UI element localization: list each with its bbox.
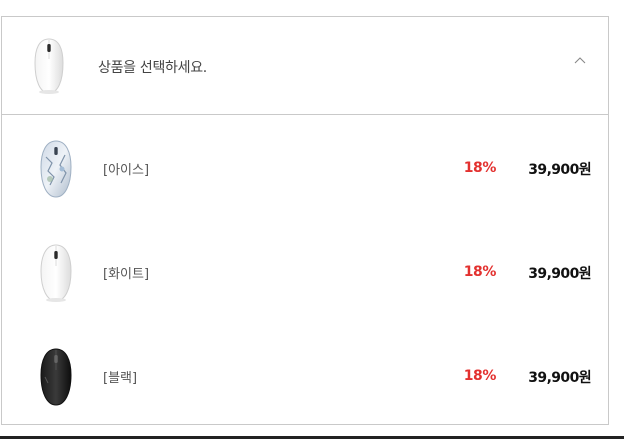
white-mouse-thumbnail: [34, 38, 64, 94]
option-price: 39,900원: [528, 370, 591, 386]
option-discount: 18%: [463, 160, 497, 176]
option-list: [아이스] 18% 39,900원 [화이트] 18% 39,900원 [블랙]…: [2, 115, 608, 427]
divider-bar: [0, 436, 624, 439]
option-select-header[interactable]: 상품을 선택하세요.: [2, 17, 608, 115]
option-item-black[interactable]: [블랙] 18% 39,900원: [2, 323, 608, 427]
chevron-up-icon[interactable]: [574, 55, 586, 67]
white-mouse-thumbnail: [40, 244, 72, 302]
option-discount: 18%: [463, 264, 497, 280]
ice-mouse-thumbnail: [40, 140, 72, 198]
option-name: [아이스]: [103, 163, 150, 178]
black-mouse-thumbnail: [40, 348, 72, 406]
option-item-ice[interactable]: [아이스] 18% 39,900원: [2, 115, 608, 219]
option-name: [블랙]: [103, 371, 138, 386]
option-item-white[interactable]: [화이트] 18% 39,900원: [2, 219, 608, 323]
option-discount: 18%: [463, 368, 497, 384]
product-option-select[interactable]: 상품을 선택하세요. [아이스] 18% 39,900원 [화이트] 18% 3…: [1, 16, 609, 425]
option-name: [화이트]: [103, 267, 150, 282]
option-price: 39,900원: [528, 162, 591, 178]
option-price: 39,900원: [528, 266, 591, 282]
option-select-placeholder: 상품을 선택하세요.: [98, 60, 207, 76]
